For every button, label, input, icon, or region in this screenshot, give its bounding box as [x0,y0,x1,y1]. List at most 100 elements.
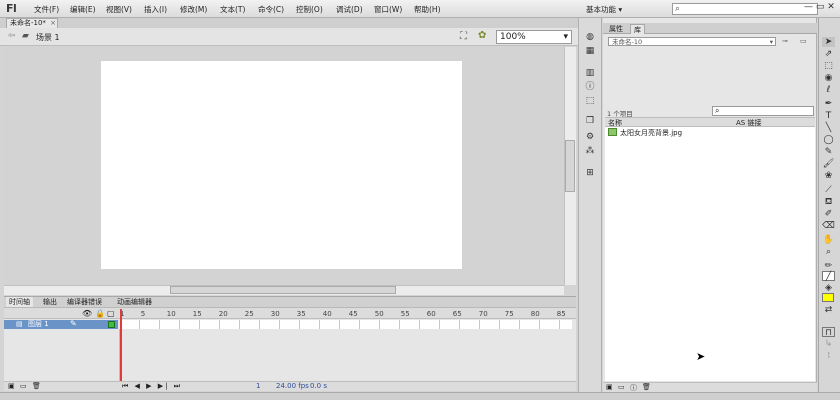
new-layer-icon[interactable]: ▣ [8,382,15,390]
smooth-icon[interactable]: ↳ [822,339,835,349]
menu-text[interactable]: 文本(T) [220,4,245,15]
new-folder-icon[interactable]: ▭ [20,382,27,390]
zoom-value: 100% [500,32,526,42]
transform-icon[interactable]: ⬚ [584,96,596,106]
chevron-down-icon: ▾ [563,32,568,42]
history-icon[interactable]: ⊞ [584,168,596,178]
delete-icon[interactable]: 🗑 [642,383,651,391]
swatches-icon[interactable]: ▦ [584,46,596,56]
menu-control[interactable]: 控制(O) [296,4,323,15]
playback-controls[interactable]: ⏮ ◀ ▶ ▶| ⏭ [122,382,182,391]
paint-bucket-icon[interactable]: ⛾ [822,197,835,207]
frame-rate[interactable]: 24.00 fps [276,382,309,390]
components-icon[interactable]: ⚙ [584,132,596,142]
menu-debug[interactable]: 调试(D) [336,4,363,15]
zoom-tool-icon[interactable]: ⌕ [822,247,835,257]
eraser-tool-icon[interactable]: ⌫ [822,221,835,231]
pencil-tool-icon[interactable]: ✎ [822,147,835,157]
document-tab-bar [0,18,578,28]
ruler-number: 20 [218,310,228,318]
elapsed-time: 0.0 s [310,382,328,390]
horizontal-scroll-thumb[interactable] [170,286,396,294]
fill-swatch[interactable] [822,293,834,302]
straighten-icon[interactable]: ⥏ [822,351,835,361]
vertical-scroll-thumb[interactable] [565,140,575,192]
deco-tool-icon[interactable]: ❀ [822,171,835,181]
line-tool-icon[interactable]: ╲ [822,123,835,133]
lock-icon[interactable]: 🔒 [95,309,105,318]
eye-icon[interactable]: 👁 [82,309,92,318]
tab-library[interactable]: 库 [630,24,645,34]
tab-timeline[interactable]: 时间轴 [6,297,33,307]
menu-insert[interactable]: 插入(I) [144,4,167,15]
tab-compiler-errors[interactable]: 编译器错误 [64,297,105,307]
ruler-number: 80 [530,310,540,318]
fill-color-icon[interactable]: ◈ [822,283,835,293]
tab-output[interactable]: 输出 [40,297,60,307]
edit-scene-icon[interactable]: ⛶ [460,31,467,42]
document-tab-title: 未命名-10* [10,19,46,27]
oval-tool-icon[interactable]: ◯ [822,135,835,145]
pin-icon[interactable]: ⊸ [782,37,788,45]
library-document-select[interactable]: 未命名-10 ▾ [608,37,776,46]
delete-layer-icon[interactable]: 🗑 [32,382,41,390]
free-transform-icon[interactable]: ⬚ [822,61,835,71]
library-search-input[interactable]: ⌕ [712,106,814,116]
hand-tool-icon[interactable]: ✋ [822,235,835,245]
close-icon[interactable]: × [50,19,56,27]
window-controls[interactable]: — ▭ ✕ [804,2,838,14]
new-folder-icon[interactable]: ▭ [618,383,625,391]
help-search-input[interactable]: ⌕ [672,3,818,15]
info-icon[interactable]: ⓘ [584,82,596,92]
library-document-value: 未命名-10 [612,38,643,46]
layer-color-icon[interactable] [108,321,115,328]
menu-commands[interactable]: 命令(C) [258,4,284,15]
pen-tool-icon[interactable]: ✒ [822,99,835,109]
document-tab[interactable]: 未命名-10* × [6,18,58,28]
scene-icon: ▰ [22,31,29,41]
3d-rotation-icon[interactable]: ◉ [822,73,835,83]
eyedropper-icon[interactable]: ✐ [822,209,835,219]
new-library-icon[interactable]: ▭ [800,37,807,45]
snap-icon[interactable]: ⊓ [822,327,835,338]
brush-tool-icon[interactable]: 🖌 [822,159,835,169]
subselection-tool-icon[interactable]: ⇗ [822,49,835,59]
bitmap-icon [608,128,617,136]
layer-name[interactable]: 图层 1 [28,320,49,329]
playhead[interactable] [120,309,122,383]
chevron-down-icon: ▾ [769,38,773,46]
swap-colors-icon[interactable]: ⇄ [822,305,835,315]
workspace-switcher[interactable]: 基本功能 ▾ [586,4,622,15]
align-icon[interactable]: ▥ [584,68,596,78]
mouse-cursor: ➤ [696,350,706,363]
selection-tool-icon[interactable]: ➤ [822,37,835,47]
stroke-color-icon[interactable]: ✏ [822,261,835,271]
lasso-tool-icon[interactable]: ℓ [822,85,835,95]
menu-view[interactable]: 视图(V) [106,4,132,15]
text-tool-icon[interactable]: T [822,111,835,121]
menu-file[interactable]: 文件(F) [34,4,59,15]
code-snippets-icon[interactable]: ❐ [584,116,596,126]
menu-help[interactable]: 帮助(H) [414,4,441,15]
edit-symbol-icon[interactable]: ✿ [478,30,486,41]
menu-edit[interactable]: 编辑(E) [70,4,96,15]
ruler-number: 85 [556,310,566,318]
stage-canvas[interactable] [101,61,462,269]
menu-modify[interactable]: 修改(M) [180,4,207,15]
motion-presets-icon[interactable]: ⁂ [584,146,596,156]
tab-properties[interactable]: 属性 [606,24,626,34]
ruler-number: 55 [400,310,410,318]
current-frame[interactable]: 1 [256,382,260,390]
ruler-number: 65 [452,310,462,318]
stroke-swatch[interactable]: ╱ [822,271,835,282]
zoom-select[interactable]: 100% ▾ [496,30,572,44]
bone-tool-icon[interactable]: ⟋ [822,185,835,195]
library-item[interactable]: 太阳女月亮背景.jpg [620,128,682,138]
tab-motion-editor[interactable]: 动画编辑器 [114,297,155,307]
outline-icon[interactable]: ▢ [107,309,115,318]
menu-window[interactable]: 窗口(W) [374,4,402,15]
color-panel-icon[interactable]: ◍ [584,32,596,42]
new-symbol-icon[interactable]: ▣ [606,383,613,391]
back-arrow-icon[interactable]: ⇦ [8,31,16,41]
frames-row[interactable] [120,320,572,329]
